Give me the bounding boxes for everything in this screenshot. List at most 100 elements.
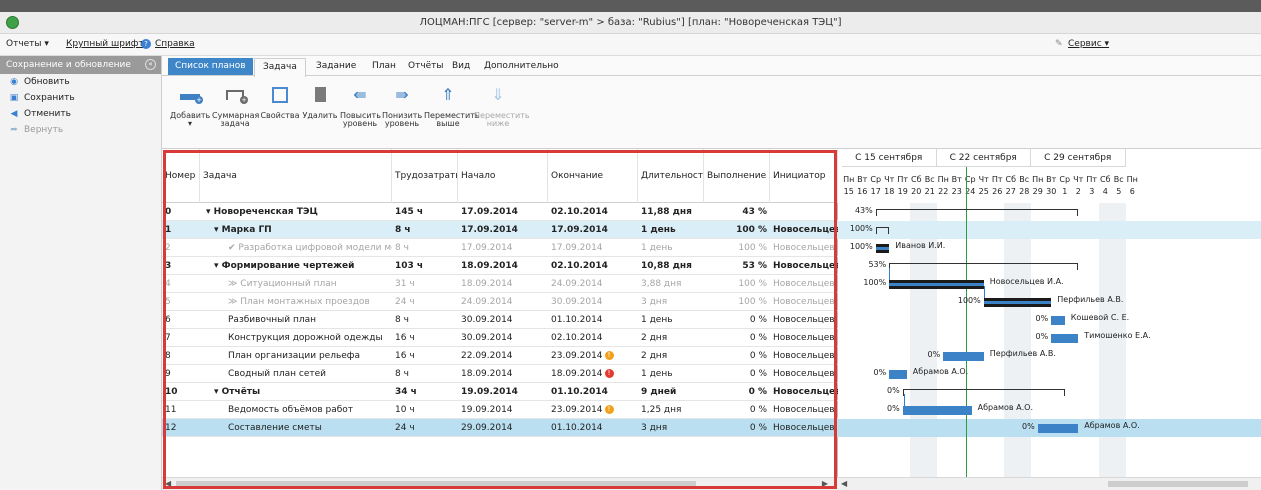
table-row[interactable]: 2 ✔ Разработка цифровой модели местности8…	[162, 239, 838, 257]
gantt-resource-label: Тимошенко Е.А.	[1084, 331, 1151, 340]
delete-button[interactable]: Удалить	[302, 80, 338, 146]
gantt-day-name: Ср	[1059, 175, 1071, 184]
table-row[interactable]: 12 Составление сметы 24 ч 29.09.2014 01.10.2…	[162, 419, 838, 437]
gantt-day-number: 16	[857, 187, 868, 196]
add-task-button[interactable]: + Добавить ▾	[170, 80, 210, 146]
gantt-task-bar[interactable]	[902, 406, 972, 415]
table-row[interactable]: 3 ▾ Формирование чертежей 103 ч 18.09.2014 0…	[162, 257, 838, 275]
move-up-button[interactable]: ⇑ Переместить выше	[424, 80, 480, 146]
left-panel-title: Сохранение и обновление	[6, 60, 131, 70]
cell-end: 24.09.2014	[551, 279, 603, 289]
tab-task[interactable]: Задача	[254, 58, 306, 77]
gantt-task-bar[interactable]	[889, 370, 907, 379]
move-down-button[interactable]: ⇓ Переместить ниже	[474, 80, 530, 146]
table-row[interactable]: 11 Ведомость объёмов работ 10 ч 19.09.2014 2…	[162, 401, 838, 419]
cell-init: Новосельцев	[773, 369, 835, 379]
cell-effort: 10 ч	[395, 405, 415, 415]
cell-num: 6	[165, 315, 171, 325]
redo-button[interactable]: ➦ Вернуть	[0, 122, 161, 138]
cell-num: 2	[165, 243, 171, 253]
gantt-scroll-left-icon[interactable]: ◀	[841, 479, 847, 488]
col-task[interactable]: Задача	[200, 149, 392, 203]
col-effort[interactable]: Трудозатраты	[392, 149, 458, 203]
table-row[interactable]: 0 ▾ Новореченская ТЭЦ 145 ч 17.09.2014 02.10…	[162, 203, 838, 221]
menu-service[interactable]: Сервис ▾	[1068, 39, 1109, 49]
grid-horizontal-scrollbar[interactable]: ◀ ▶	[162, 477, 838, 490]
gantt-day-name: Сб	[910, 175, 922, 184]
save-button[interactable]: ▣ Сохранить	[0, 90, 161, 106]
cell-start: 18.09.2014	[461, 261, 518, 271]
table-row[interactable]: 7 Конструкция дорожной одежды 16 ч 30.09.20…	[162, 329, 838, 347]
tab-view[interactable]: Вид	[452, 61, 470, 71]
gantt-task-bar[interactable]	[889, 280, 984, 289]
tab-plan-list[interactable]: Список планов	[168, 58, 253, 75]
add-icon: +	[177, 84, 203, 106]
scroll-left-icon[interactable]: ◀	[165, 479, 171, 488]
cell-init	[770, 203, 838, 221]
refresh-button[interactable]: ◉ Обновить	[0, 74, 161, 90]
cell-pct: 0 %	[749, 315, 767, 325]
gantt-day-name: Чт	[884, 175, 895, 184]
col-duration[interactable]: Длительность	[638, 149, 704, 203]
properties-button[interactable]: Свойства	[260, 80, 300, 146]
gantt-task-bar[interactable]	[943, 352, 984, 361]
gantt-horizontal-scrollbar[interactable]: ◀	[838, 477, 1261, 490]
table-row[interactable]: 1 ▾ Марка ГП 8 ч 17.09.2014 17.09.2014 1 день…	[162, 221, 838, 239]
warning-icon: !	[604, 351, 614, 360]
gantt-task-bar[interactable]	[1051, 316, 1065, 325]
cell-end: 30.09.2014	[551, 297, 603, 307]
gantt-summary-bar[interactable]	[875, 209, 1079, 216]
outdent-button[interactable]: ⇚ Повысить уровень	[340, 80, 381, 146]
cell-end: 02.10.2014	[551, 261, 608, 271]
cell-effort: 24 ч	[395, 297, 415, 307]
undo-button[interactable]: ◀ Отменить	[0, 106, 161, 122]
cell-effort: 103 ч	[395, 261, 424, 271]
gantt-summary-bar[interactable]	[902, 389, 1065, 396]
collapse-icon[interactable]: «	[145, 59, 156, 70]
gantt-day-number: 15	[843, 187, 854, 196]
col-initiator[interactable]: Инициатор	[770, 149, 838, 203]
cell-dur: 1 день	[641, 315, 673, 325]
tab-reports[interactable]: Отчёты	[408, 61, 444, 71]
col-number[interactable]: Номер	[162, 149, 200, 203]
col-start[interactable]: Начало	[458, 149, 548, 203]
tab-plan[interactable]: План	[372, 61, 396, 71]
add-summary-task-button[interactable]: + Суммарная задача	[212, 80, 259, 146]
indent-button[interactable]: ⇛ Понизить уровень	[382, 80, 422, 146]
cell-init: Новосельцев	[773, 243, 835, 253]
table-row[interactable]: 4 ≫ Ситуационный план 31 ч 18.09.2014 24.09.…	[162, 275, 838, 293]
table-row[interactable]: 9 Сводный план сетей 8 ч 18.09.2014 18.09.20…	[162, 365, 838, 383]
gantt-resource-label: Абрамов А.О.	[977, 403, 1034, 412]
menu-help[interactable]: Справка	[155, 39, 195, 49]
gantt-progress-label: 100%	[863, 278, 887, 287]
cell-pct: 100 %	[738, 243, 767, 253]
grid-scroll-thumb[interactable]	[176, 481, 696, 487]
gantt-task-bar[interactable]	[875, 244, 890, 253]
col-end[interactable]: Окончание	[548, 149, 638, 203]
gantt-day-name: Пн	[1126, 175, 1138, 184]
table-row[interactable]: 8 План организации рельефа 16 ч 22.09.2014 2…	[162, 347, 838, 365]
table-row[interactable]: 5 ≫ План монтажных проездов 24 ч 24.09.2014…	[162, 293, 838, 311]
gantt-task-bar[interactable]	[1051, 334, 1079, 343]
cell-num: 3	[165, 261, 172, 271]
col-progress[interactable]: Выполнение %	[704, 149, 770, 203]
table-row[interactable]: 6 Разбивочный план 8 ч 30.09.2014 01.10.2014…	[162, 311, 838, 329]
gantt-resource-label: Иванов И.И.	[895, 241, 946, 250]
cell-start: 30.09.2014	[461, 315, 513, 325]
gantt-scroll-thumb[interactable]	[1108, 481, 1248, 487]
menu-large-font[interactable]: Крупный шрифт	[66, 39, 144, 49]
menu-reports[interactable]: Отчеты ▾	[6, 39, 49, 49]
cell-init: Новосельцев	[773, 261, 838, 271]
gantt-summary-bar[interactable]	[875, 227, 890, 234]
gantt-summary-bar[interactable]	[889, 263, 1079, 270]
gantt-task-bar[interactable]	[1037, 424, 1079, 433]
scroll-right-icon[interactable]: ▶	[822, 479, 828, 488]
cell-end: 01.10.2014	[551, 423, 603, 433]
gantt-task-bar[interactable]	[983, 298, 1052, 307]
table-row[interactable]: 10 ▾ Отчёты 34 ч 19.09.2014 01.10.2014 9 дней…	[162, 383, 838, 401]
tab-assignment[interactable]: Задание	[316, 61, 356, 71]
gantt-resource-label: Абрамов А.О.	[1084, 421, 1140, 430]
tab-extra[interactable]: Дополнительно	[484, 61, 559, 71]
service-icon: ✎	[1055, 39, 1063, 49]
gantt-day-number: 22	[938, 187, 949, 196]
